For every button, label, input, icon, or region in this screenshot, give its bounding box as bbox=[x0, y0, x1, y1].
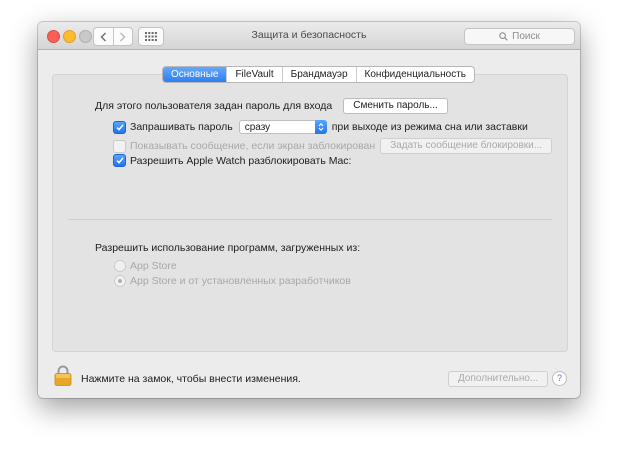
search-icon bbox=[499, 32, 508, 41]
apple-watch-row: Разрешить Apple Watch разблокировать Mac… bbox=[113, 154, 351, 167]
require-password-select[interactable]: сразу bbox=[238, 120, 327, 134]
search-field[interactable]: Поиск bbox=[464, 28, 575, 45]
show-message-label: Показывать сообщение, если экран заблоки… bbox=[130, 140, 376, 152]
allow-apps-label: Разрешить использование программ, загруж… bbox=[95, 242, 361, 254]
radio-app-store-developers[interactable]: App Store и от установленных разработчик… bbox=[114, 275, 351, 287]
require-password-checkbox[interactable] bbox=[113, 120, 126, 134]
require-password-row: Запрашивать пароль сразу при выходе из р… bbox=[113, 120, 528, 134]
require-password-label: Запрашивать пароль bbox=[130, 121, 233, 133]
radio-button[interactable] bbox=[114, 260, 126, 272]
radio-app-store-developers-label: App Store и от установленных разработчик… bbox=[130, 275, 351, 287]
radio-button-selected[interactable] bbox=[114, 275, 126, 287]
tab-general[interactable]: Основные bbox=[163, 67, 227, 82]
advanced-button-wrap: Дополнительно... bbox=[448, 371, 549, 387]
show-message-checkbox[interactable] bbox=[113, 139, 126, 153]
tab-bar: Основные FileVault Брандмауэр Конфиденци… bbox=[162, 66, 475, 83]
select-arrows bbox=[314, 120, 327, 134]
set-lock-message-button[interactable]: Задать сообщение блокировки... bbox=[380, 138, 553, 154]
password-label: Для этого пользователя задан пароль для … bbox=[95, 100, 333, 112]
help-button[interactable]: ? bbox=[552, 371, 567, 386]
require-password-suffix: при выходе из режима сна или заставки bbox=[331, 121, 528, 133]
tab-filevault[interactable]: FileVault bbox=[226, 67, 281, 82]
checkmark-icon bbox=[115, 124, 124, 131]
apple-watch-checkbox[interactable] bbox=[113, 154, 126, 167]
require-password-value: сразу bbox=[244, 122, 271, 133]
radio-app-store[interactable]: App Store bbox=[114, 260, 177, 272]
title-bar: Защита и безопасность Поиск bbox=[38, 22, 580, 50]
password-row: Для этого пользователя задан пароль для … bbox=[95, 98, 448, 114]
change-password-button[interactable]: Сменить пароль... bbox=[343, 98, 448, 114]
search-placeholder: Поиск bbox=[512, 31, 540, 42]
tab-privacy[interactable]: Конфиденциальность bbox=[355, 67, 474, 82]
checkmark-icon bbox=[115, 157, 124, 164]
lock-message: Нажмите на замок, чтобы внести изменения… bbox=[81, 373, 301, 385]
radio-app-store-label: App Store bbox=[130, 260, 177, 272]
allow-apps-heading: Разрешить использование программ, загруж… bbox=[95, 242, 360, 254]
lock-icon[interactable] bbox=[54, 365, 72, 389]
lock-message-text: Нажмите на замок, чтобы внести изменения… bbox=[81, 373, 301, 385]
tab-firewall[interactable]: Брандмауэр bbox=[281, 67, 356, 82]
radio-dot bbox=[118, 279, 122, 283]
security-window: Защита и безопасность Поиск Основные Fil… bbox=[38, 22, 580, 398]
general-panel bbox=[52, 74, 568, 352]
apple-watch-label: Разрешить Apple Watch разблокировать Mac… bbox=[130, 154, 352, 167]
chevron-updown-icon bbox=[318, 122, 324, 132]
show-message-row: Показывать сообщение, если экран заблоки… bbox=[113, 138, 553, 154]
advanced-button[interactable]: Дополнительно... bbox=[448, 371, 549, 387]
section-divider bbox=[68, 219, 552, 220]
